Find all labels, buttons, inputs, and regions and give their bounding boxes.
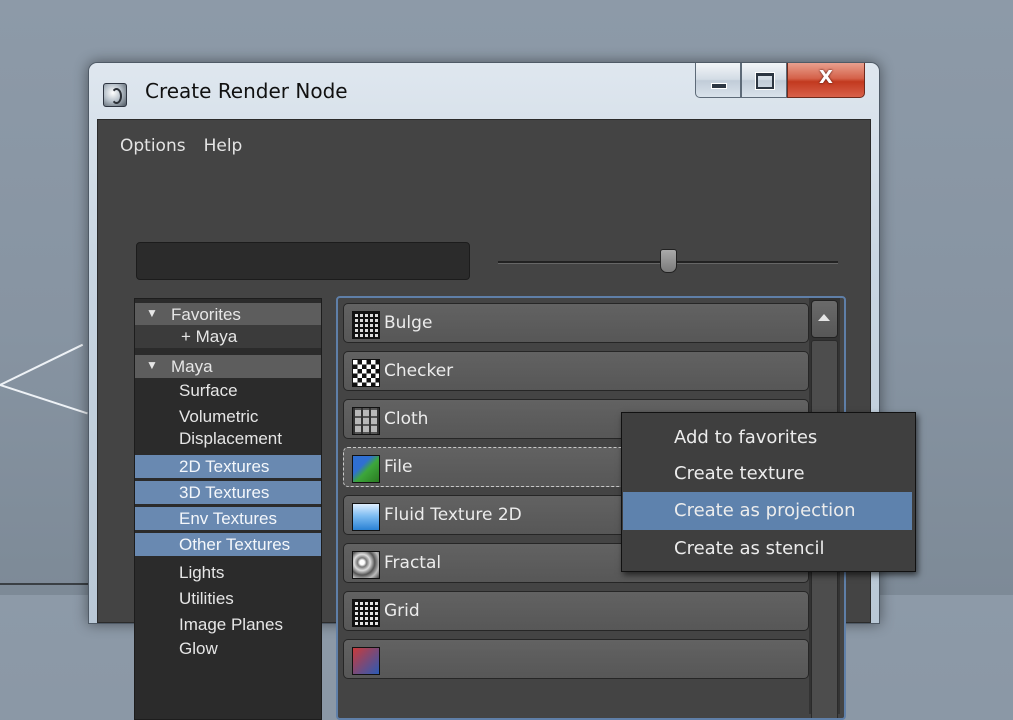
context-menu-item[interactable]: Create as projection [623, 492, 912, 530]
tree-item[interactable]: Other Textures [135, 533, 321, 556]
tree-item-label: Lights [179, 563, 225, 582]
maximize-button[interactable] [741, 63, 787, 98]
tree-item[interactable]: Volumetric [135, 405, 321, 428]
node-button-bulge[interactable]: Bulge [343, 303, 809, 343]
caption-buttons: X [695, 63, 865, 99]
tree-item-label: Image Planes [179, 615, 283, 634]
node-label: Grid [384, 601, 420, 621]
node-label: Fractal [384, 553, 442, 573]
tree-item[interactable]: Lights [135, 561, 321, 584]
tree-item-label: Surface [179, 381, 238, 400]
icon-size-slider-handle[interactable] [660, 249, 677, 273]
cloth-icon [352, 407, 380, 435]
viewport-edge-line [0, 583, 88, 585]
window-title: Create Render Node [145, 79, 348, 103]
tree-item-label: + Maya [181, 327, 238, 346]
menu-help[interactable]: Help [204, 136, 243, 156]
tree-item-label: Utilities [179, 589, 234, 608]
tree-item-label: Glow [179, 639, 218, 658]
minimize-button[interactable] [695, 63, 741, 98]
context-menu: Add to favorites Create texture Create as … [621, 412, 916, 572]
tree-item[interactable]: 3D Textures [135, 481, 321, 504]
category-tree: ▼ Favorites + Maya ▼ Maya Surface Volumetric Di… [134, 298, 322, 720]
node-label: File [384, 457, 413, 477]
minimize-icon [711, 83, 727, 89]
node-button-next[interactable] [343, 639, 809, 679]
tree-item-label: Env Textures [179, 509, 277, 528]
tree-item-label: 3D Textures [179, 483, 270, 502]
context-menu-item[interactable]: Add to favorites [623, 419, 912, 457]
tree-item[interactable]: Surface [135, 379, 321, 402]
viewport-grid-line [0, 343, 84, 386]
tree-item-label: Other Textures [179, 535, 291, 554]
expand-arrow-icon[interactable]: ▼ [146, 302, 158, 325]
context-menu-item[interactable]: Create texture [623, 455, 912, 493]
grid-icon [352, 599, 380, 627]
tree-item[interactable]: ▼ Favorites [135, 303, 321, 326]
node-label: Checker [384, 361, 454, 381]
menu-bar: Options Help [120, 136, 242, 156]
maximize-icon [756, 73, 774, 89]
tree-item-label: Volumetric [179, 407, 259, 426]
search-input[interactable] [136, 242, 470, 280]
tree-item[interactable]: Glow [135, 637, 321, 660]
node-button-checker[interactable]: Checker [343, 351, 809, 391]
tree-item-label: Displacement [179, 429, 282, 448]
expand-arrow-icon[interactable]: ▼ [146, 354, 158, 377]
node-label: Bulge [384, 313, 433, 333]
bulge-icon [352, 311, 380, 339]
tree-item[interactable]: + Maya [135, 325, 321, 348]
fluid-texture-icon [352, 503, 380, 531]
tree-item[interactable]: Utilities [135, 587, 321, 610]
tree-item-label: 2D Textures [179, 457, 270, 476]
viewport-grid-line [0, 384, 88, 415]
node-button-grid[interactable]: Grid [343, 591, 809, 631]
title-bar[interactable]: Create Render Node X [89, 63, 879, 119]
tree-item-label: Maya [171, 357, 213, 376]
tree-item-label: Favorites [171, 305, 241, 324]
tree-item[interactable]: Env Textures [135, 507, 321, 530]
file-icon [352, 455, 380, 483]
node-label: Cloth [384, 409, 429, 429]
context-menu-item[interactable]: Create as stencil [623, 530, 912, 568]
close-button[interactable]: X [787, 63, 865, 98]
texture-icon [352, 647, 380, 675]
maya-app-icon [103, 83, 127, 107]
checker-icon [352, 359, 380, 387]
node-label: Fluid Texture 2D [384, 505, 522, 525]
tree-item[interactable]: ▼ Maya [135, 355, 321, 378]
tree-item[interactable]: Image Planes [135, 613, 321, 636]
tree-item[interactable]: Displacement [135, 427, 321, 450]
menu-options[interactable]: Options [120, 136, 186, 156]
scroll-up-button[interactable] [811, 300, 838, 338]
close-icon: X [819, 67, 833, 88]
fractal-icon [352, 551, 380, 579]
tree-item[interactable]: 2D Textures [135, 455, 321, 478]
